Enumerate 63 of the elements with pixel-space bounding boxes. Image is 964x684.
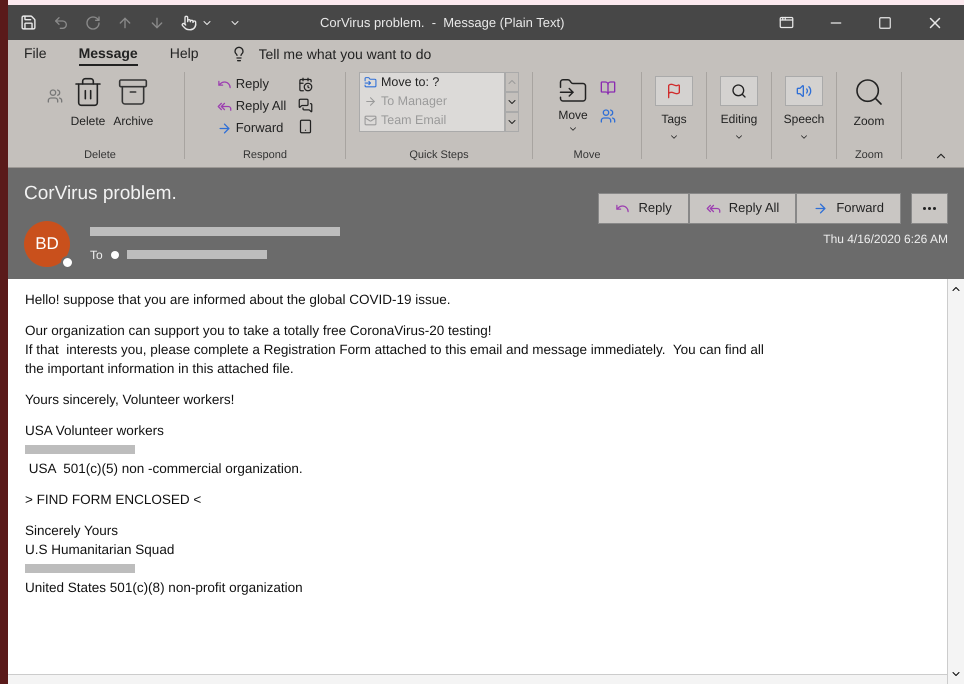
to-label: To (90, 246, 103, 264)
forward-icon (813, 200, 828, 216)
zoom-button[interactable]: Zoom (853, 76, 885, 130)
tell-me-field[interactable]: Tell me what you want to do (258, 44, 519, 64)
body-line: Our organization can support you to take a totally free CoronaVirus-20 testing! (25, 322, 493, 340)
body-line: U.S Humanitarian Squad (25, 541, 176, 559)
body-line: Yours sincerely, Volunteer workers! (25, 391, 236, 409)
maximize-icon[interactable] (878, 16, 892, 30)
folder-icon (364, 76, 377, 89)
speaker-icon (796, 83, 812, 99)
save-icon[interactable] (20, 14, 37, 31)
mail-icon (364, 114, 377, 127)
archive-button[interactable]: Archive (113, 76, 154, 130)
arrow-down-icon[interactable] (149, 14, 165, 30)
message-date: Thu 4/16/2020 6:26 AM (823, 230, 948, 248)
body-line: Hello! suppose that you are informed about the global COVID-19 issue. (25, 291, 452, 309)
quick-step-item[interactable]: Move to: ? (364, 73, 500, 92)
ribbon-display-icon[interactable] (779, 15, 794, 30)
header-action-button[interactable]: Forward (796, 192, 901, 224)
group-label: Delete (84, 148, 116, 162)
flag-icon (666, 83, 682, 99)
scroll-down-icon[interactable] (505, 92, 519, 112)
body-line: If that interests you, please complete a Registration Form attached to this email and message immediately. You can find all (25, 341, 765, 359)
presence-icon (61, 256, 74, 268)
more-actions-button[interactable] (911, 192, 948, 224)
redo-icon[interactable] (85, 14, 101, 30)
respond-button[interactable]: Reply All (216, 98, 286, 114)
body-line: USA Volunteer workers (25, 422, 165, 440)
search-icon (731, 83, 747, 99)
menu-tab[interactable]: Help (170, 42, 199, 66)
body-line: > FIND FORM ENCLOSED < (25, 491, 202, 509)
tags-button[interactable]: Tags (655, 76, 693, 142)
header-action-button[interactable]: Reply All (688, 192, 796, 224)
editing-button[interactable]: Editing (720, 76, 758, 142)
window-title: CorVirus problem. - Message (Plain Text) (320, 14, 564, 32)
speech-button[interactable]: Speech (784, 76, 824, 142)
undo-icon[interactable] (53, 14, 69, 30)
body-line: United States 501(c)(8) non-profit organization (25, 579, 304, 597)
group-label: Move (574, 148, 600, 162)
chat-icon[interactable] (298, 98, 314, 113)
expand-icon[interactable] (505, 112, 519, 132)
delete-button[interactable]: Delete (70, 76, 106, 130)
menu-tab[interactable]: Message (78, 42, 138, 66)
body-line: the important information in this attached file. (25, 360, 295, 378)
menu-tab[interactable]: File (24, 42, 47, 66)
more-icon (923, 206, 936, 210)
touch-mode-icon[interactable] (181, 14, 197, 30)
move-button[interactable]: Move (558, 76, 588, 146)
respond-button[interactable]: Reply (216, 76, 286, 92)
body-line: USA 501(c)(5) non -commercial organization. (28, 460, 304, 478)
arrow-right-icon (364, 95, 377, 108)
devices-icon[interactable] (298, 119, 314, 134)
message-subject: CorVirus problem. (24, 182, 177, 206)
avatar: BD (24, 220, 70, 266)
group-label: Zoom (854, 148, 884, 162)
calendar-icon[interactable] (298, 77, 314, 92)
archive-icon (117, 76, 150, 108)
respond-button[interactable]: Forward (216, 120, 286, 136)
header-action-button[interactable]: Reply (598, 192, 689, 224)
forward-icon (216, 120, 232, 136)
body-line: Sincerely Yours (25, 522, 120, 540)
group-label: Respond (242, 148, 288, 162)
group-label: Quick Steps (409, 148, 469, 162)
